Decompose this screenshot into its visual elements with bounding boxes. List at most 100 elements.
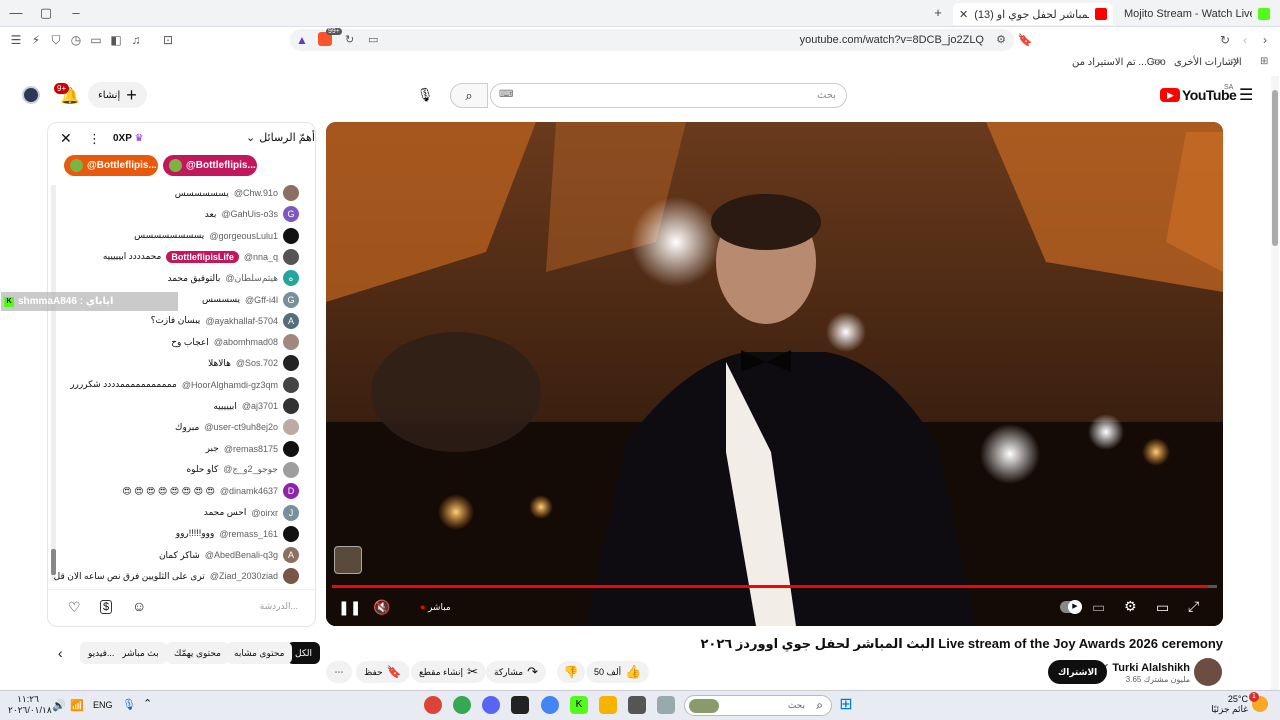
chat-author[interactable]: @هيثم‌سلطان <box>225 273 278 284</box>
new-tab-icon[interactable]: + <box>928 4 948 22</box>
more-actions-button[interactable]: ⋯ <box>326 661 352 683</box>
search-button[interactable]: ⌕ <box>450 83 488 108</box>
avatar[interactable] <box>283 398 299 414</box>
avatar[interactable]: A <box>283 547 299 564</box>
avatar[interactable] <box>283 461 299 478</box>
extension-icon[interactable]: ⚡ <box>28 32 44 48</box>
dislike-button[interactable]: 👎 <box>557 661 585 683</box>
site-info-icon[interactable]: ⚙ <box>996 33 1006 46</box>
chat-author[interactable]: @HoorAlghamdi-gz3qm <box>182 380 278 390</box>
close-tab-icon[interactable]: ✕ <box>959 8 968 21</box>
scrollbar-thumb[interactable] <box>1272 90 1278 246</box>
close-chat-icon[interactable]: ✕ <box>60 130 72 147</box>
chat-message[interactable]: يبسان فازت؟ @ayakhallaf-5704 A <box>151 311 299 331</box>
chat-message[interactable]: محمدددد ابيييييه BottleflipisLife @nna_q <box>103 247 299 267</box>
chat-message[interactable]: مممممممممممدددد شكرررر @HoorAlghamdi-gz3q… <box>70 375 299 395</box>
reload-icon[interactable]: ↻ <box>1217 32 1233 48</box>
avatar[interactable] <box>22 86 40 104</box>
avatar[interactable] <box>283 355 299 372</box>
capture-app-icon[interactable] <box>511 696 529 714</box>
chat-message[interactable]: جبر @remas8175 <box>206 439 299 459</box>
live-badge[interactable]: ● مباشر <box>420 602 451 613</box>
chat-author[interactable]: @aj3701 <box>242 401 278 411</box>
more-options-icon[interactable]: ⋮ <box>88 131 101 147</box>
avatar[interactable] <box>283 334 299 351</box>
refresh-page-icon[interactable]: ↻ <box>345 33 354 46</box>
chat-message[interactable]: يسسسسسس @Chw.91o <box>175 183 299 203</box>
windows-start-icon[interactable]: ⊞ <box>837 696 855 714</box>
share-button[interactable]: مشاركة ↷ <box>486 661 546 683</box>
screenshot-icon[interactable]: ⊡ <box>160 32 176 48</box>
chat-author[interactable]: @oirxr <box>251 508 278 518</box>
page-scrollbar[interactable] <box>1271 76 1279 690</box>
chevron-up-icon[interactable]: ⌃ <box>143 697 152 710</box>
chip-videos[interactable]: فيديو... <box>80 642 123 664</box>
chat-message[interactable]: اعجاب وح @abomhmad08 <box>171 332 299 352</box>
avatar[interactable]: G <box>283 206 299 223</box>
channel-name[interactable]: ✔ Turki Alalshikh <box>1100 661 1190 674</box>
mic-icon[interactable]: 🎙 <box>122 698 136 711</box>
kick-app-icon[interactable]: K <box>570 696 588 714</box>
pinned-donation-2[interactable]: @Bottleflipis... <box>163 155 257 176</box>
chat-author[interactable]: @جوجو_2و_ج <box>223 464 278 475</box>
fullscreen-icon[interactable]: ⤢ <box>1188 598 1199 615</box>
chat-message[interactable]: يسسسس @Gff-i4l G <box>202 290 299 310</box>
brave-rewards-icon[interactable]: ▲ <box>296 33 308 47</box>
video-player[interactable]: ❚❚ 🔇 ● مباشر ▶ ▭ ⚙ ▭ ⤢ <box>326 122 1223 626</box>
subscribe-button[interactable]: الاشتراك <box>1048 660 1108 684</box>
autoplay-toggle[interactable]: ▶ <box>1060 600 1082 614</box>
menu-icon[interactable]: ☰ <box>8 32 24 48</box>
avatar[interactable] <box>283 440 299 457</box>
clock[interactable]: ١١:٢٦ ٢٠٢٦/٠١/١٨ <box>8 694 52 716</box>
chat-message[interactable]: هالاهلا @Sos.702 <box>208 353 299 373</box>
clip-button[interactable]: إنشاء مقطع ✂ <box>411 661 486 683</box>
language-indicator[interactable]: ENG <box>93 700 113 710</box>
chevron-left-icon[interactable]: ‹ <box>58 645 63 661</box>
chat-author[interactable]: @remass_161 <box>219 529 278 539</box>
reading-list-icon[interactable]: ▭ <box>88 32 104 48</box>
maximize-icon[interactable]: ▢ <box>36 4 56 22</box>
back-icon[interactable]: › <box>1257 32 1273 48</box>
chat-scrollbar[interactable] <box>51 185 56 581</box>
mute-icon[interactable]: 🔇 <box>373 599 390 616</box>
chat-author[interactable]: @user-ct9uh8ej2o <box>204 422 278 432</box>
chat-message[interactable]: 😍 😍 😍 😍 😍 😍 😍 😍 @dinamk4637 D <box>122 481 299 501</box>
chip-similar[interactable]: محتوى مشابه <box>226 642 293 664</box>
apps-grid-icon[interactable]: ⊞ <box>1260 56 1268 67</box>
avatar[interactable]: A <box>283 312 299 329</box>
taskbar-search[interactable]: بحث ⌕ <box>684 695 832 716</box>
guide-menu-icon[interactable]: ☰ <box>1239 85 1253 105</box>
chat-message[interactable]: بالتوفيق محمد @هيثم‌سلطان ه <box>167 268 299 288</box>
chrome-profile-icon[interactable] <box>453 696 471 714</box>
captions-icon[interactable]: ▭ <box>1092 599 1105 616</box>
chat-author[interactable]: @nna_q <box>244 252 278 262</box>
save-button[interactable]: حفظ 🔖 <box>356 661 410 683</box>
chip-for-you[interactable]: محتوى يهمّك <box>166 642 229 664</box>
minimize-icon[interactable]: — <box>6 4 26 22</box>
chat-author[interactable]: @Sos.702 <box>236 358 278 368</box>
emoji-icon[interactable]: ☺ <box>132 598 146 614</box>
settings-icon[interactable]: ⚙ <box>1124 598 1137 615</box>
search-input[interactable]: ⌨ بحث <box>490 83 847 108</box>
chat-message[interactable]: ترى على الثلويين فرق نص ساعه الان قل @Zia… <box>54 566 299 586</box>
chat-author[interactable]: @remas8175 <box>224 444 278 454</box>
weather-widget[interactable]: 25°C غائم جزئيًا <box>1200 694 1248 715</box>
chat-mode-dropdown[interactable]: ⌄ أهمّ الرسائل <box>246 131 315 144</box>
chat-author[interactable]: @Ziad_2030ziad <box>210 571 278 581</box>
task-view-icon[interactable] <box>657 696 675 714</box>
keyboard-icon[interactable]: ⌨ <box>499 89 513 100</box>
tab-youtube[interactable]: ✕ (13) البث المباشر لحفل جوي او... <box>953 3 1113 25</box>
pause-icon[interactable]: ❚❚ <box>338 599 361 616</box>
theater-mode-icon[interactable]: ▭ <box>1156 599 1169 616</box>
chat-message[interactable]: شاكر كمان @AbedBenali-q3g A <box>159 545 299 565</box>
super-chat-icon[interactable]: $ <box>100 600 113 614</box>
avatar[interactable]: D <box>283 483 299 500</box>
cast-icon[interactable]: ▭ <box>368 33 378 46</box>
address-bar[interactable]: ▲ 99+ ↻ ▭ youtube.com/watch?v=8DCB_jo2ZL… <box>290 28 1014 51</box>
chat-message[interactable]: مبروك @user-ct9uh8ej2o <box>175 417 299 437</box>
file-explorer-icon[interactable] <box>599 696 617 714</box>
create-button[interactable]: إنشاء + <box>88 82 147 108</box>
chat-message[interactable]: يسسسسسسسس @gorgeousLulu1 <box>134 226 299 246</box>
avatar[interactable] <box>283 227 299 244</box>
avatar[interactable] <box>283 568 299 585</box>
